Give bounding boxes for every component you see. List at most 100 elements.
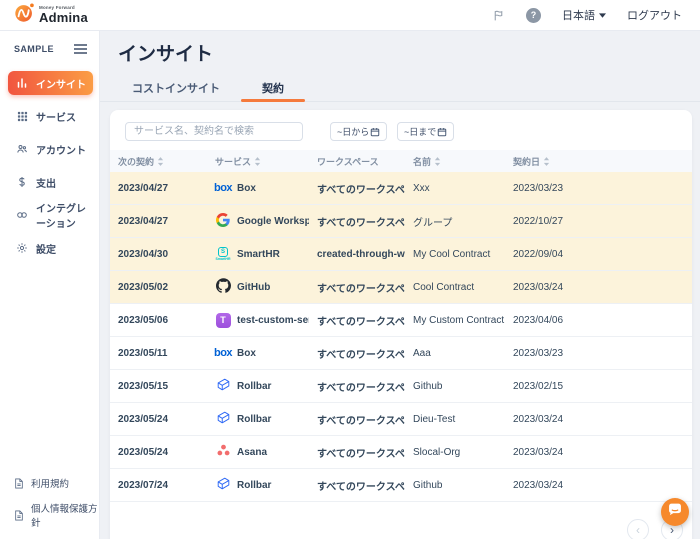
service-name-label: Rollbar xyxy=(237,480,271,491)
sidebar-item-2[interactable]: アカウント xyxy=(8,137,93,161)
table-row[interactable]: 2023/04/30 SSmartHR SmartHR created-thro… xyxy=(110,238,692,271)
users-icon xyxy=(16,143,28,155)
sidebar-footer-link-0[interactable]: 利用規約 xyxy=(14,476,99,490)
contract-date-cell: 2023/02/15 xyxy=(505,381,692,392)
service-cell: Rollbar xyxy=(207,410,309,428)
logout-button[interactable]: ログアウト xyxy=(627,7,682,23)
table-row[interactable]: 2023/05/15 Rollbar すべてのワークスペース Github 20… xyxy=(110,370,692,403)
date-to-label: ~日まで xyxy=(404,125,436,138)
workspace-cell: すべてのワークスペース xyxy=(309,214,405,229)
contract-date-cell: 2023/03/23 xyxy=(505,183,692,194)
next-contract-cell: 2023/05/24 xyxy=(110,414,207,425)
service-cell: Google Workspace xyxy=(207,213,309,230)
column-header-3[interactable]: 名前 xyxy=(405,155,505,168)
service-name-label: Rollbar xyxy=(237,381,271,392)
box-logo: box xyxy=(214,183,232,194)
column-header-1[interactable]: サービス xyxy=(207,155,309,168)
sidebar-item-0[interactable]: インサイト xyxy=(8,71,93,95)
box-logo: box xyxy=(214,348,232,359)
sidebar-collapse-icon[interactable] xyxy=(74,44,87,54)
service-cell: SSmartHR SmartHR xyxy=(207,247,309,262)
contract-date-cell: 2023/03/24 xyxy=(505,447,692,458)
org-name-label: SAMPLE xyxy=(14,44,54,54)
service-name-label: Asana xyxy=(237,447,267,458)
table-body: 2023/04/27 box Box すべてのワークスペース Xxx 2023/… xyxy=(110,172,692,502)
sidebar-item-1[interactable]: サービス xyxy=(8,104,93,128)
service-name-label: Rollbar xyxy=(237,414,271,425)
main-content: インサイト コストインサイト契約 ~日から ~日まで xyxy=(100,31,700,539)
service-name-label: SmartHR xyxy=(237,249,280,260)
whats-new-icon[interactable] xyxy=(492,9,505,22)
sidebar-footer-link-1[interactable]: 個人情報保護方針 xyxy=(14,501,99,529)
next-contract-cell: 2023/04/30 xyxy=(110,249,207,260)
contract-date-cell: 2023/04/06 xyxy=(505,315,692,326)
contract-date-cell: 2023/03/24 xyxy=(505,480,692,491)
footer-link-label: 利用規約 xyxy=(31,476,69,490)
workspace-cell: すべてのワークスペース xyxy=(309,445,405,460)
contract-date-cell: 2023/03/24 xyxy=(505,414,692,425)
service-name-label: Google Workspace xyxy=(237,216,309,227)
money-forward-mark-icon xyxy=(14,2,35,28)
workspace-cell: すべてのワークスペース xyxy=(309,412,405,427)
help-icon[interactable]: ? xyxy=(526,8,541,23)
sidebar-nav: インサイト サービス アカウント 支出 インテグレーション 設定 xyxy=(0,71,99,260)
admina-logo[interactable]: Money Forward Admina xyxy=(14,2,88,28)
bar-chart-icon xyxy=(16,77,28,89)
date-from-picker[interactable]: ~日から xyxy=(330,122,387,141)
dollar-icon xyxy=(16,176,28,188)
filter-row: ~日から ~日まで xyxy=(110,110,692,141)
smarthr-logo: SSmartHR xyxy=(216,247,231,262)
contract-name-cell: Aaa xyxy=(405,348,505,359)
contract-name-cell: Cool Contract xyxy=(405,282,505,293)
language-label: 日本語 xyxy=(562,7,595,23)
table-row[interactable]: 2023/07/24 Rollbar すべてのワークスペース Github 20… xyxy=(110,469,692,502)
next-contract-cell: 2023/05/15 xyxy=(110,381,207,392)
next-contract-cell: 2023/05/11 xyxy=(110,348,207,359)
google-logo xyxy=(216,213,230,230)
admina-app: Money Forward Admina ? 日本語 ログアウト SAMPLE xyxy=(0,0,700,539)
column-header-0[interactable]: 次の契約 xyxy=(110,155,207,168)
asana-logo xyxy=(216,443,231,461)
column-header-2: ワークスペース xyxy=(309,155,405,168)
custom-service-avatar: T xyxy=(216,313,231,328)
sidebar: SAMPLE インサイト サービス アカウント 支出 インテグレーション 設定 xyxy=(0,31,100,539)
search-input[interactable] xyxy=(125,122,303,141)
language-selector[interactable]: 日本語 xyxy=(562,7,606,23)
service-cell: box Box xyxy=(207,348,309,359)
table-row[interactable]: 2023/05/24 Rollbar すべてのワークスペース Dieu-Test… xyxy=(110,403,692,436)
table-row[interactable]: 2023/05/24 Asana すべてのワークスペース Slocal-Org … xyxy=(110,436,692,469)
sort-icon xyxy=(434,157,441,166)
table-row[interactable]: 2023/04/27 box Box すべてのワークスペース Xxx 2023/… xyxy=(110,172,692,205)
chat-bubble-icon xyxy=(668,503,682,521)
next-contract-cell: 2023/07/24 xyxy=(110,480,207,491)
tab-1[interactable]: 契約 xyxy=(241,75,305,101)
table-row[interactable]: 2023/05/11 box Box すべてのワークスペース Aaa 2023/… xyxy=(110,337,692,370)
sidebar-item-4[interactable]: インテグレーション xyxy=(8,203,93,227)
contract-name-cell: My Custom Contract xyxy=(405,315,505,326)
service-cell: Rollbar xyxy=(207,377,309,395)
contract-name-cell: Github xyxy=(405,381,505,392)
workspace-cell: すべてのワークスペース xyxy=(309,181,405,196)
next-contract-cell: 2023/05/24 xyxy=(110,447,207,458)
date-to-picker[interactable]: ~日まで xyxy=(397,122,454,141)
table-row[interactable]: 2023/04/27 Google Workspace すべてのワークスペース … xyxy=(110,205,692,238)
chat-widget-button[interactable] xyxy=(661,498,689,526)
table-row[interactable]: 2023/05/06 T test-custom-service すべてのワーク… xyxy=(110,304,692,337)
column-header-4[interactable]: 契約日 xyxy=(505,155,692,168)
service-name-label: Box xyxy=(237,348,256,359)
sidebar-item-5[interactable]: 設定 xyxy=(8,236,93,260)
table-row[interactable]: 2023/05/02 GitHub すべてのワークスペース Cool Contr… xyxy=(110,271,692,304)
contract-name-cell: Github xyxy=(405,480,505,491)
sidebar-item-3[interactable]: 支出 xyxy=(8,170,93,194)
next-contract-cell: 2023/05/02 xyxy=(110,282,207,293)
contract-name-cell: Xxx xyxy=(405,183,505,194)
service-cell: Asana xyxy=(207,443,309,461)
next-contract-cell: 2023/05/06 xyxy=(110,315,207,326)
tab-0[interactable]: コストインサイト xyxy=(111,75,241,101)
page-title: インサイト xyxy=(118,39,213,66)
contract-name-cell: Dieu-Test xyxy=(405,414,505,425)
contracts-card: ~日から ~日まで 次の契約 サービス ワークスペース xyxy=(110,110,692,539)
pagination-prev-button[interactable]: ‹ xyxy=(627,519,649,539)
service-name-label: test-custom-service xyxy=(237,315,309,326)
gear-icon xyxy=(16,242,28,254)
